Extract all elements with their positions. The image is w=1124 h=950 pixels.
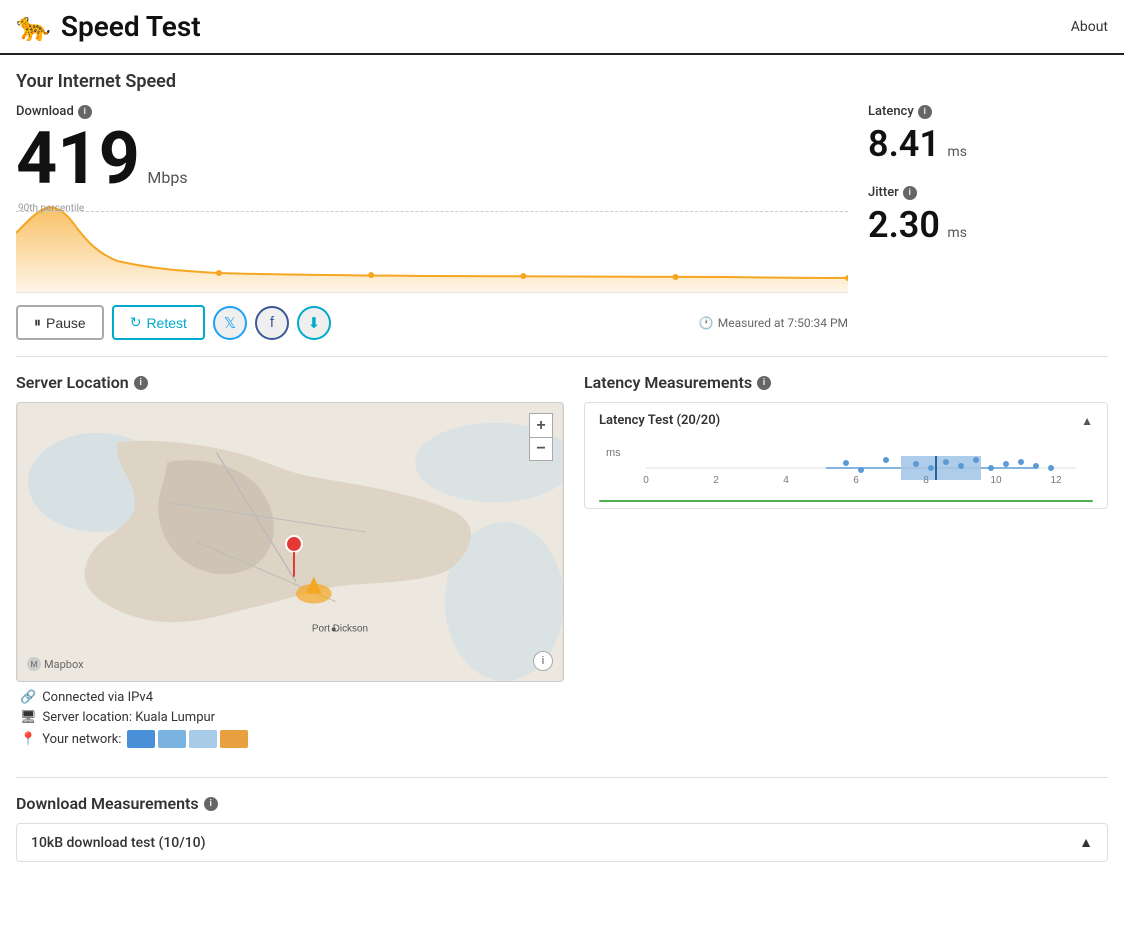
logo-icon: 🐆 [16,10,51,43]
download-unit: Mbps [147,168,187,187]
download-panel: Download i 419 Mbps 90th percentile [16,104,848,340]
svg-text:12: 12 [1050,475,1062,486]
latency-chart-inner: ms 0 2 4 6 8 10 12 [599,438,1093,498]
svg-text:10: 10 [990,475,1002,486]
latency-jitter-panel: Latency i 8.41 ms Jitter i 2.30 ms [848,104,1108,340]
download-measurements-title: Download Measurements i [16,794,1108,813]
latency-measurements-title: Latency Measurements i [584,373,1108,392]
jitter-block: Jitter i 2.30 ms [868,185,1108,246]
accordion-chevron-up-icon: ▲ [1079,834,1093,851]
download-value: 419 [16,116,140,201]
swatch-4 [220,730,248,748]
download-icon: ⬇ [308,314,321,332]
latency-chart-svg: ms 0 2 4 6 8 10 12 [599,438,1093,488]
svg-text:Port Dickson: Port Dickson [312,623,368,634]
twitter-share-button[interactable]: 𝕏 [213,306,247,340]
download-share-button[interactable]: ⬇ [297,306,331,340]
connected-via-icon: 🔗 [20,690,36,705]
server-icon: 🖥 [20,710,37,725]
map-svg: Port Dickson [17,403,563,681]
latency-block: Latency i 8.41 ms [868,104,1108,165]
map-info-button[interactable]: i [533,651,553,671]
download-measurements-info-icon[interactable]: i [204,797,218,811]
jitter-label: Jitter i [868,185,1108,200]
network-icon: 📍 [20,732,36,747]
pause-button[interactable]: ⏸ Pause [16,305,104,340]
mapbox-logo: M Mapbox [27,657,84,671]
download-speed-display: 419 Mbps [16,123,848,195]
mapbox-icon: M [27,657,41,671]
map-zoom-in-button[interactable]: + [529,413,553,437]
jitter-value: 2.30 [868,204,940,246]
download-label: Download i [16,104,848,119]
latency-green-line [599,500,1093,502]
server-location-info-icon[interactable]: i [134,376,148,390]
header-left: 🐆 Speed Test [16,10,201,43]
download-measurements-section: Download Measurements i 10kB download te… [16,794,1108,862]
svg-text:0: 0 [643,475,649,486]
swatch-2 [158,730,186,748]
section-divider [16,356,1108,357]
clock-icon: 🕐 [699,316,714,330]
app-header: 🐆 Speed Test About [0,0,1124,55]
bottom-section: Server Location i [16,373,1108,761]
main-content: Your Internet Speed Download i 419 Mbps … [0,55,1124,878]
svg-text:ms: ms [606,447,621,459]
measured-at-text: 🕐 Measured at 7:50:34 PM [699,316,848,330]
facebook-share-button[interactable]: f [255,306,289,340]
download-measurements-divider [16,777,1108,778]
swatch-3 [189,730,217,748]
svg-text:4: 4 [783,475,789,486]
map-controls: + − [529,413,553,461]
server-location-title: Server Location i [16,373,564,392]
latency-measurements-column: Latency Measurements i Latency Test (20/… [584,373,1108,761]
pause-icon: ⏸ [34,314,41,331]
latency-info-icon[interactable]: i [918,105,932,119]
connected-via-row: 🔗 Connected via IPv4 [20,690,560,705]
speed-section: Download i 419 Mbps 90th percentile [16,104,1108,340]
chevron-up-icon[interactable]: ▲ [1081,414,1093,428]
internet-speed-title: Your Internet Speed [16,71,1108,92]
app-title: Speed Test [61,10,201,43]
percentile-line [16,211,848,212]
twitter-icon: 𝕏 [224,314,236,332]
action-buttons-row: ⏸ Pause ↻ Retest 𝕏 f ⬇ 🕐 Mea [16,305,848,340]
latency-value: 8.41 [868,123,940,165]
jitter-info-icon[interactable]: i [903,186,917,200]
percentile-label: 90th percentile [18,203,84,214]
network-swatches [127,730,248,748]
latency-measurements-info-icon[interactable]: i [757,376,771,390]
map-zoom-out-button[interactable]: − [529,437,553,461]
accordion-header[interactable]: 10kB download test (10/10) ▲ [17,824,1107,861]
about-link[interactable]: About [1071,19,1108,35]
svg-text:2: 2 [713,475,719,486]
map-info-panel: 🔗 Connected via IPv4 🖥 Server location: … [16,682,564,761]
speed-chart-area: 90th percentile [16,203,848,293]
swatch-1 [127,730,155,748]
speed-chart-svg [16,203,848,293]
server-location-column: Server Location i [16,373,564,761]
latency-unit: ms [947,144,967,160]
retest-icon: ↻ [130,314,142,331]
latency-chart-header: Latency Test (20/20) ▲ [599,413,1093,428]
map-container: Port Dickson + − M Mapbox i [16,402,564,682]
latency-label: Latency i [868,104,1108,119]
facebook-icon: f [270,314,274,331]
accordion-title: 10kB download test (10/10) [31,835,206,851]
download-accordion-item: 10kB download test (10/10) ▲ [16,823,1108,862]
latency-chart-box: Latency Test (20/20) ▲ ms 0 2 4 6 8 [584,402,1108,509]
your-network-row: 📍 Your network: [20,730,560,748]
svg-text:6: 6 [853,475,859,486]
retest-button[interactable]: ↻ Retest [112,305,205,340]
jitter-unit: ms [947,225,967,241]
server-location-row: 🖥 Server location: Kuala Lumpur [20,710,560,725]
